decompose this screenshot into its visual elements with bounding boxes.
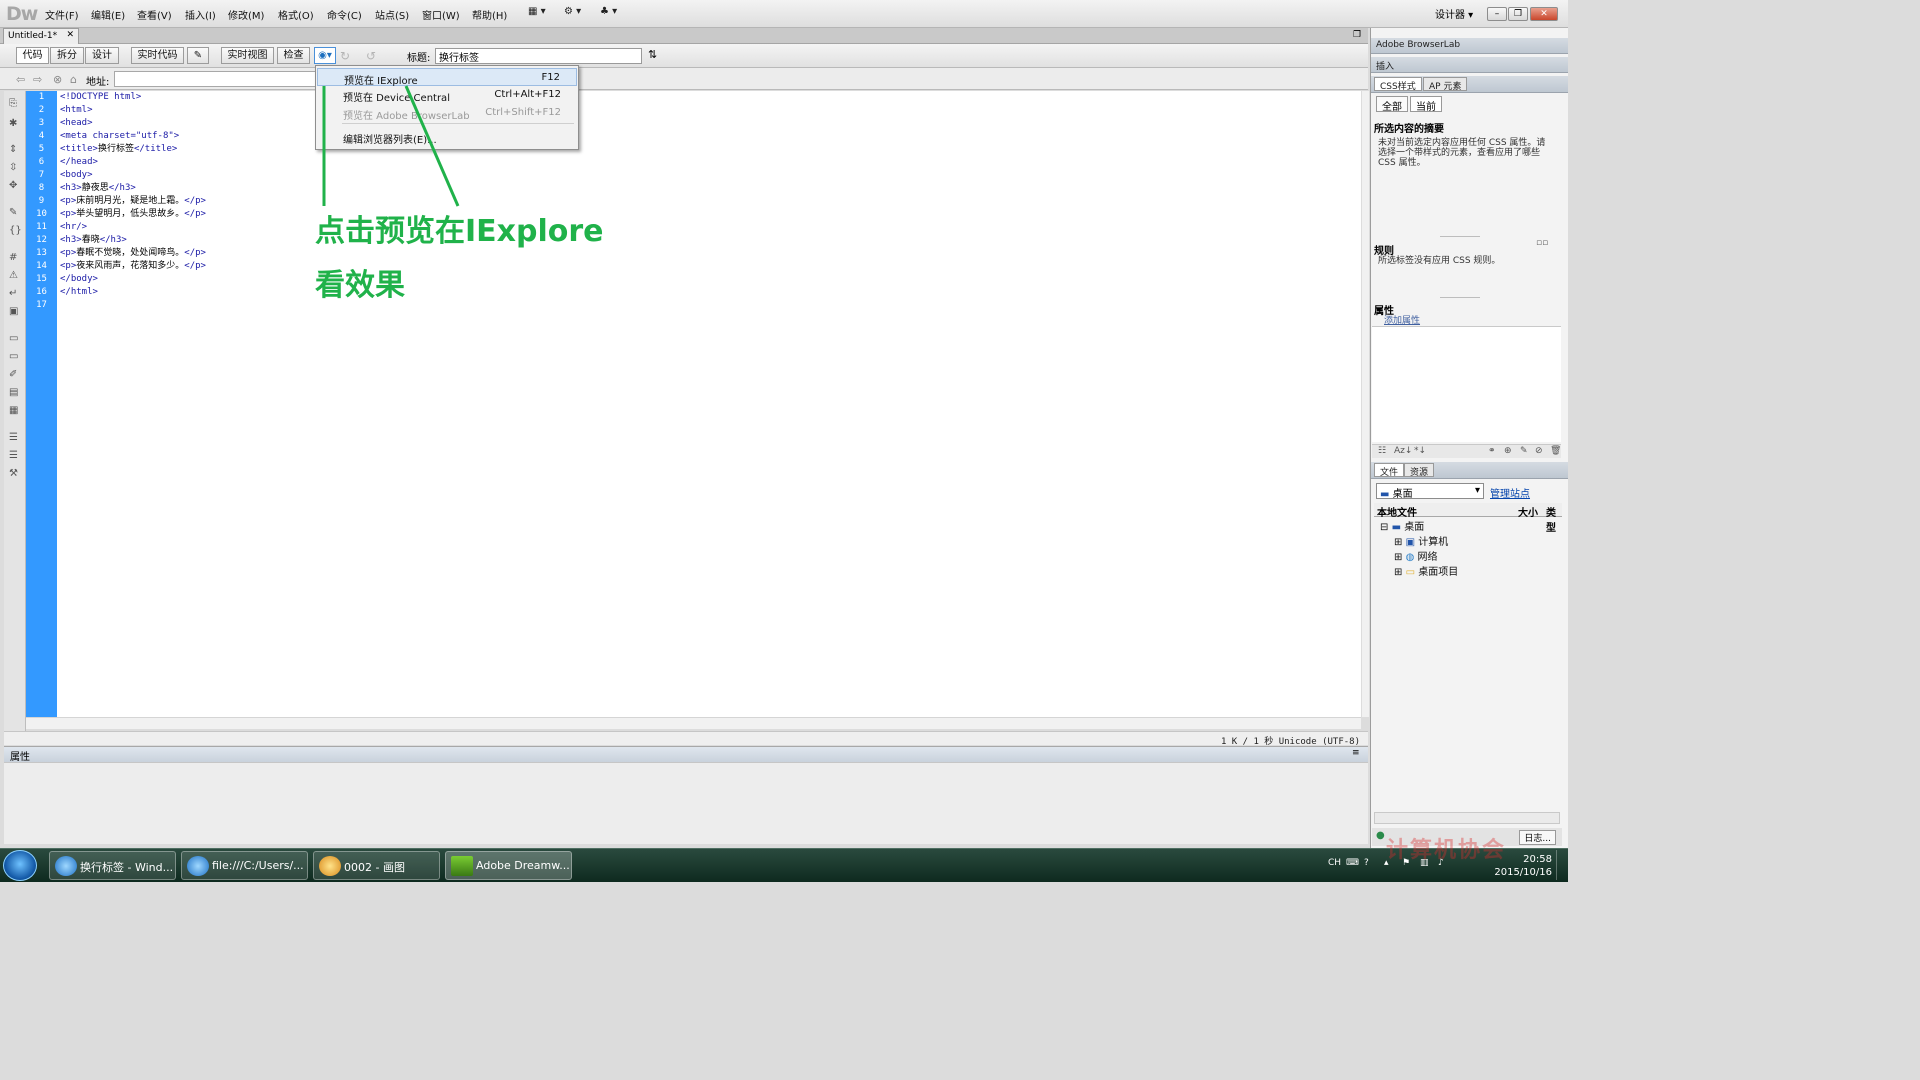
- taskbar-item-label: file:///C:/Users/...: [212, 859, 304, 872]
- taskbar-item[interactable]: 换行标签 - Wind...: [49, 851, 176, 880]
- annotation-arrow-diagonal: [404, 85, 460, 207]
- taskbar-item[interactable]: file:///C:/Users/...: [181, 851, 308, 880]
- taskbar-item[interactable]: 0002 - 画图: [313, 851, 440, 880]
- paint-icon: [319, 856, 341, 876]
- taskbar-item[interactable]: Adobe Dreamw...: [445, 851, 572, 880]
- language-indicator[interactable]: CH: [1328, 858, 1341, 868]
- watermark: 计算机协会: [1386, 838, 1507, 863]
- annotation-arrows: [322, 85, 460, 207]
- start-button[interactable]: [3, 850, 37, 881]
- taskbar-item-label: 0002 - 画图: [344, 861, 405, 874]
- clock-date: 2015/10/16: [1494, 867, 1552, 878]
- ie-icon: [187, 856, 209, 876]
- dreamweaver-icon: [451, 856, 473, 876]
- annotation-line-2: 看效果: [315, 268, 405, 303]
- annotation-line-1: 点击预览在IExplore: [315, 214, 604, 249]
- keyboard-icon[interactable]: ⌨: [1346, 858, 1359, 868]
- ie-icon: [55, 856, 77, 876]
- help-icon[interactable]: ?: [1364, 858, 1369, 868]
- show-desktop-button[interactable]: [1556, 850, 1566, 880]
- taskbar-item-label: 换行标签 - Wind...: [80, 861, 174, 874]
- taskbar-item-label: Adobe Dreamw...: [476, 859, 570, 872]
